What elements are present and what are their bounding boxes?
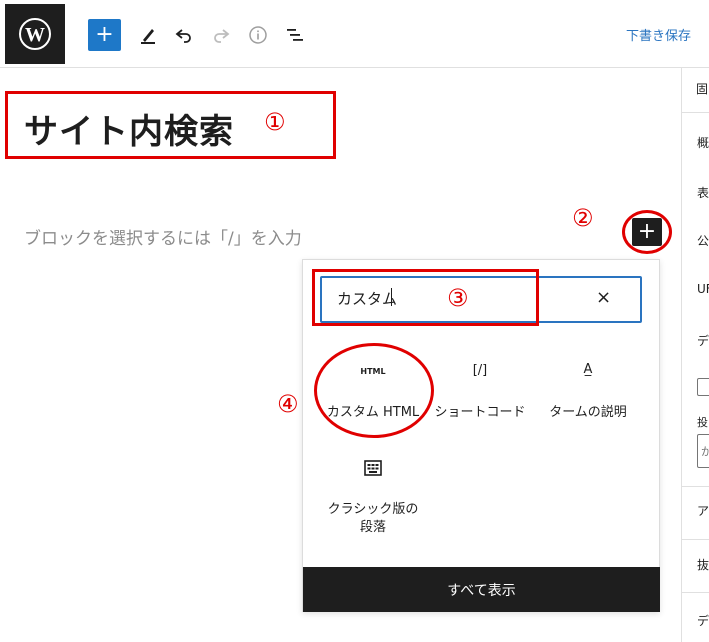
add-block-button[interactable]: +: [88, 19, 121, 51]
list-view-icon: [287, 29, 303, 41]
wordpress-mark-icon: W: [19, 18, 51, 50]
block-placeholder[interactable]: ブロックを選択するには「/」を入力: [24, 224, 302, 249]
plus-icon: +: [637, 219, 657, 244]
block-inserter-button[interactable]: +: [632, 218, 662, 246]
annotation-number-4: ④: [277, 390, 299, 418]
browse-all-label: すべて表示: [447, 582, 516, 599]
info-icon: [249, 26, 267, 44]
plus-icon: +: [95, 22, 114, 47]
page-title[interactable]: サイト内検索: [24, 104, 234, 153]
sidebar-select[interactable]: か: [697, 434, 709, 468]
undo-icon: [175, 29, 191, 43]
sidebar-item-post: 投: [697, 416, 708, 429]
pencil-icon: [141, 29, 155, 44]
save-draft-button[interactable]: 下書き保存: [626, 25, 691, 44]
sidebar-item-attributes[interactable]: ア: [697, 502, 709, 519]
sidebar-item-design[interactable]: デ: [697, 332, 709, 349]
block-item-term-description[interactable]: A̲ タームの説明: [538, 356, 638, 426]
redo-button[interactable]: [205, 19, 237, 51]
list-view-button[interactable]: [279, 19, 311, 51]
block-item-classic[interactable]: クラシック版の 段落: [323, 455, 423, 535]
annotation-circle-custom-html: [314, 343, 434, 438]
browse-all-button[interactable]: すべて表示: [303, 567, 660, 612]
sidebar-divider: [682, 486, 709, 487]
sidebar-item-excerpt[interactable]: 抜: [697, 556, 709, 573]
sidebar-item-visibility[interactable]: 表: [697, 184, 709, 201]
block-item-label-line2: 段落: [359, 520, 386, 535]
svg-text:W: W: [25, 24, 45, 46]
block-item-shortcode[interactable]: [/] ショートコード: [430, 356, 530, 426]
annotation-number-1: ①: [264, 108, 286, 136]
sidebar-checkbox[interactable]: [697, 378, 709, 396]
sidebar-tab-page[interactable]: 固: [696, 80, 708, 97]
sidebar-item-publish[interactable]: 公: [697, 232, 709, 249]
annotation-number-3: ③: [447, 284, 469, 312]
block-item-label-line1: クラシック版の: [327, 502, 419, 517]
block-item-label: ショートコード: [434, 405, 526, 420]
sidebar-select-value: か: [701, 443, 709, 459]
sidebar-divider: [682, 539, 709, 540]
term-description-icon: A̲: [583, 362, 593, 377]
undo-button[interactable]: [168, 19, 200, 51]
classic-editor-icon: [364, 460, 382, 476]
sidebar-tab-divider: [682, 112, 709, 113]
settings-sidebar: 固 概 表 公 UF デ 投 か ア 抜 デ: [681, 68, 709, 642]
sidebar-item-summary[interactable]: 概: [697, 134, 709, 151]
redo-icon: [214, 29, 230, 43]
wordpress-logo-icon[interactable]: W: [5, 4, 65, 64]
sidebar-divider: [682, 592, 709, 593]
sidebar-item-discussion[interactable]: デ: [697, 612, 709, 629]
edit-tool-button[interactable]: [132, 19, 164, 51]
sidebar-item-url[interactable]: UF: [697, 282, 709, 296]
details-button[interactable]: [242, 19, 274, 51]
annotation-number-2: ②: [572, 204, 594, 232]
shortcode-icon: [/]: [472, 363, 488, 378]
clear-search-icon[interactable]: ×: [596, 287, 611, 308]
block-item-label: タームの説明: [549, 405, 627, 420]
annotation-box-search: [312, 269, 539, 326]
